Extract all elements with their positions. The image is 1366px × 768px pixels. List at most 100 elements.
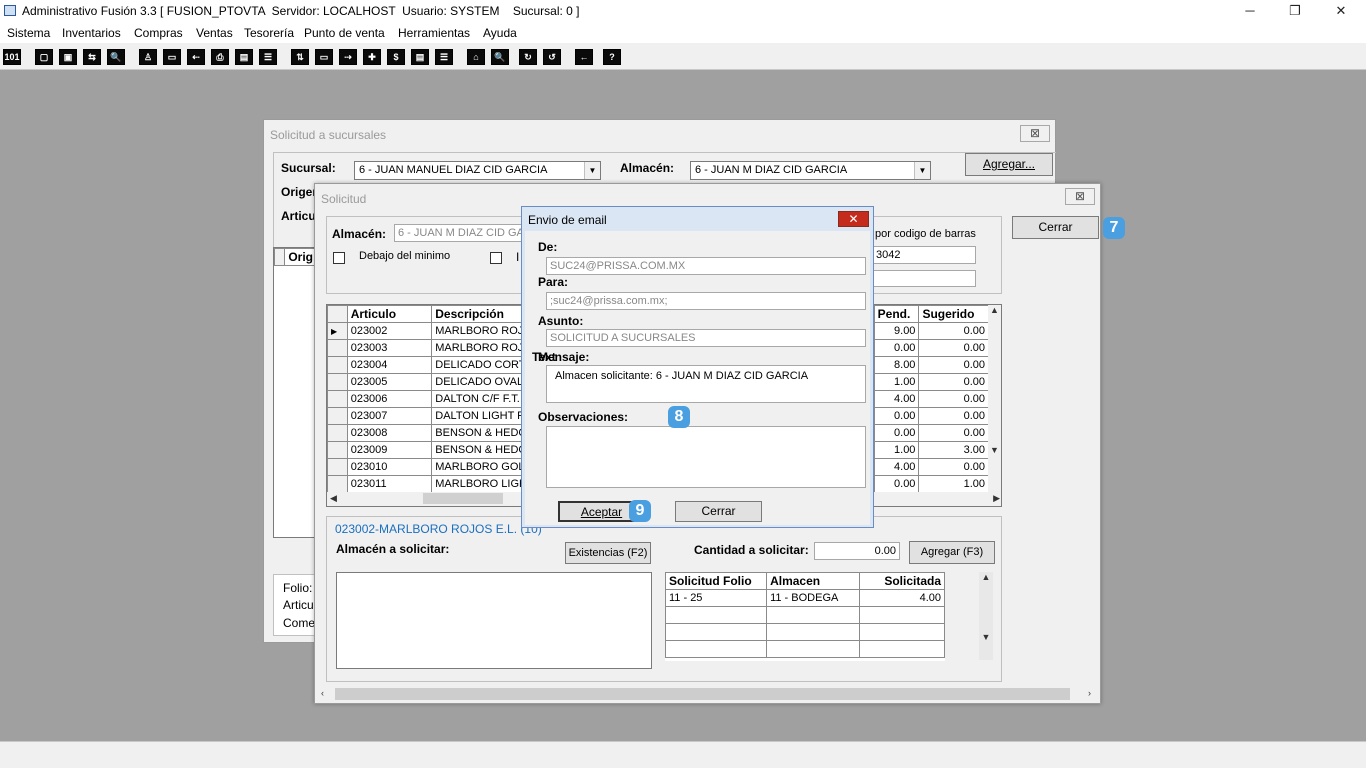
almacen-value: 6 - JUAN M DIAZ CID GARCIA: [695, 164, 848, 176]
menu-herramientas[interactable]: Herramientas: [398, 26, 470, 40]
table-row[interactable]: [665, 606, 945, 624]
barras-field-2[interactable]: [872, 270, 976, 287]
cantidad-input[interactable]: 0.00: [814, 542, 900, 560]
almacen-combo[interactable]: 6 - JUAN M DIAZ CID GARCIA ▼: [690, 161, 931, 180]
col-almacen[interactable]: Almacen: [766, 572, 861, 590]
table-row[interactable]: [665, 640, 945, 658]
toolbar-document-icon[interactable]: ▤: [235, 49, 253, 65]
toolbar-window-icon[interactable]: ▢: [35, 49, 53, 65]
restore-button[interactable]: ❐: [1272, 0, 1318, 23]
row-header: [327, 373, 348, 391]
menu-compras[interactable]: Compras: [134, 26, 183, 40]
de-input[interactable]: SUC24@PRISSA.COM.MX: [546, 257, 866, 275]
row-header: [327, 390, 348, 408]
table-cell: [665, 640, 768, 658]
menu-punto-de-venta[interactable]: Punto de venta: [304, 26, 385, 40]
close-icon[interactable]: ⊠: [1020, 125, 1050, 142]
table-cell: 023010: [346, 458, 433, 476]
toolbar-swap-icon[interactable]: ⇆: [83, 49, 101, 65]
status-bar: [0, 741, 1366, 768]
toolbar-save-icon[interactable]: ▣: [59, 49, 77, 65]
table-cell: 1.00: [873, 441, 920, 459]
almacen-field[interactable]: 6 - JUAN M DIAZ CID GA: [394, 224, 534, 242]
col-solicitada[interactable]: Solicitada: [859, 572, 945, 590]
toolbar-find-icon[interactable]: 🔍: [491, 49, 509, 65]
agregar-f3-button[interactable]: Agregar (F3): [909, 541, 995, 564]
almacen-solicitar-label: Almacén a solicitar:: [336, 542, 450, 556]
toolbar-list-icon[interactable]: ☰: [259, 49, 277, 65]
close-button[interactable]: ✕: [1318, 0, 1364, 23]
almacen-label: Almacén:: [620, 161, 675, 175]
observaciones-textarea[interactable]: [546, 426, 866, 488]
col-sugerido[interactable]: Sugerido: [918, 305, 989, 323]
toolbar-box-icon[interactable]: ▭: [315, 49, 333, 65]
toolbar-home-icon[interactable]: ⌂: [467, 49, 485, 65]
barras-field[interactable]: 3042: [872, 246, 976, 264]
window-horizontal-scrollbar[interactable]: ‹ ›: [318, 686, 1098, 702]
menu-ventas[interactable]: Ventas: [196, 26, 233, 40]
other-checkbox[interactable]: [490, 252, 502, 264]
menu-sistema[interactable]: Sistema: [7, 26, 50, 40]
close-icon[interactable]: ✕: [838, 211, 869, 227]
row-header: ▶: [327, 322, 348, 340]
close-icon[interactable]: ⊠: [1065, 188, 1095, 205]
table-cell: 023007: [346, 407, 433, 425]
dialog-body: De: SUC24@PRISSA.COM.MX Para: ;suc24@pri…: [525, 231, 870, 525]
table-cell: 0.00: [918, 424, 989, 442]
col-articulo[interactable]: Articulo: [346, 305, 433, 323]
toolbar-search-icon[interactable]: 🔍: [107, 49, 125, 65]
table-cell: [859, 606, 945, 624]
toolbar-transfer-icon[interactable]: ⇅: [291, 49, 309, 65]
toolbar-add-icon[interactable]: ✚: [363, 49, 381, 65]
toolbar-import-icon[interactable]: ⇠: [187, 49, 205, 65]
minimize-button[interactable]: ─: [1227, 0, 1273, 23]
sucursal-combo[interactable]: 6 - JUAN MANUEL DIAZ CID GARCIA ▼: [354, 161, 601, 180]
solicitudes-grid[interactable]: Solicitud Folio Almacen Solicitada 11 - …: [665, 572, 945, 661]
row-header: [327, 458, 348, 476]
table-cell: 023003: [346, 339, 433, 357]
articulo-label: Articu: [281, 209, 316, 223]
toolbar-money-icon[interactable]: $: [387, 49, 405, 65]
toolbar-help-icon[interactable]: ?: [603, 49, 621, 65]
toolbar-101-icon[interactable]: 101: [3, 49, 21, 65]
almacen-list[interactable]: [336, 572, 652, 669]
chevron-down-icon[interactable]: ▼: [584, 162, 600, 179]
debajo-minimo-checkbox[interactable]: [333, 252, 345, 264]
toolbar-table-icon[interactable]: ☰: [435, 49, 453, 65]
toolbar-refresh-icon[interactable]: ↻: [519, 49, 537, 65]
mensaje-textarea[interactable]: Almacen solicitante: 6 - JUAN M DIAZ CID…: [546, 365, 866, 403]
step-badge-9: 9: [629, 500, 651, 522]
toolbar-report-icon[interactable]: ▤: [411, 49, 429, 65]
table-row[interactable]: 11 - 25 11 - BODEGA 4.00: [665, 589, 945, 607]
asunto-input[interactable]: SOLICITUD A SUCURSALES: [546, 329, 866, 347]
agregar-button[interactable]: Agregar...: [965, 153, 1053, 176]
col-pend[interactable]: Pend.: [873, 305, 920, 323]
window-title: Solicitud a sucursales: [270, 128, 387, 142]
toolbar-user-icon[interactable]: ♙: [139, 49, 157, 65]
origin-grid[interactable]: Orig: [273, 247, 318, 538]
vertical-scrollbar[interactable]: ▲ ▼: [988, 305, 1001, 494]
table-cell: 4.00: [859, 589, 945, 607]
asunto-label: Asunto:: [538, 314, 584, 328]
menu-tesoreria[interactable]: Tesorería: [244, 26, 294, 40]
toolbar-export-icon[interactable]: ⇢: [339, 49, 357, 65]
chevron-down-icon[interactable]: ▼: [914, 162, 930, 179]
table-cell: 1.00: [918, 475, 989, 493]
col-folio[interactable]: Solicitud Folio: [665, 572, 768, 590]
title-bar: Administrativo Fusión 3.3 [ FUSION_PTOVT…: [0, 0, 1366, 23]
toolbar-print-icon[interactable]: ⎙: [211, 49, 229, 65]
cerrar-button[interactable]: Cerrar: [1012, 216, 1099, 239]
toolbar-folder-icon[interactable]: ▭: [163, 49, 181, 65]
sub-vertical-scrollbar[interactable]: ▲ ▼: [979, 572, 993, 660]
table-row[interactable]: [665, 623, 945, 641]
para-input[interactable]: ;suc24@prissa.com.mx;: [546, 292, 866, 310]
menu-inventarios[interactable]: Inventarios: [62, 26, 121, 40]
cerrar-button[interactable]: Cerrar: [675, 501, 762, 522]
toolbar-back-icon[interactable]: ←: [575, 49, 593, 65]
table-cell: 9.00: [873, 322, 920, 340]
existencias-button[interactable]: Existencias (F2): [565, 542, 651, 564]
menu-ayuda[interactable]: Ayuda: [483, 26, 517, 40]
toolbar-undo-icon[interactable]: ↺: [543, 49, 561, 65]
table-cell: 023005: [346, 373, 433, 391]
observaciones-label: Observaciones:: [538, 410, 629, 424]
